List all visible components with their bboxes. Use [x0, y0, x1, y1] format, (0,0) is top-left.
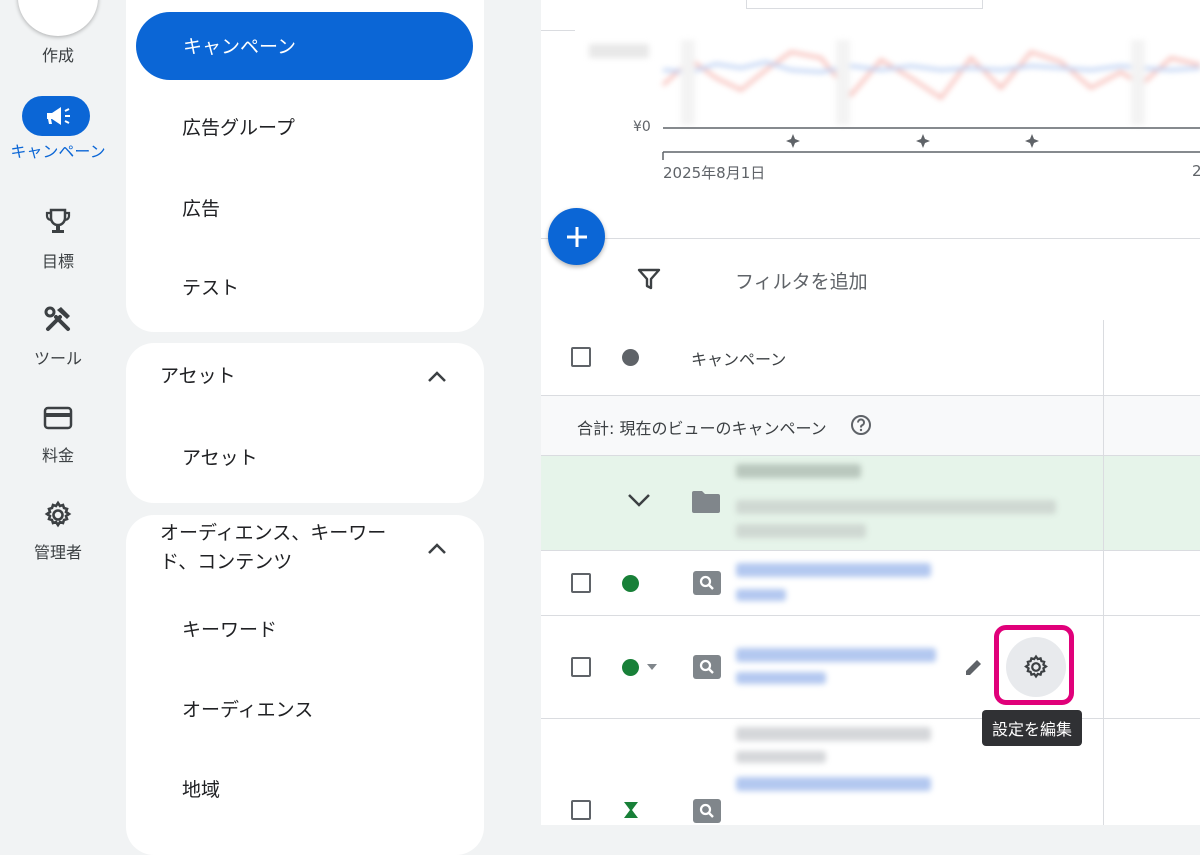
rail-label-admin[interactable]: 管理者 — [0, 539, 116, 563]
nav-item-ad-groups[interactable]: 広告グループ — [182, 113, 295, 140]
rail-label-tools[interactable]: ツール — [0, 345, 116, 369]
nav-card-campaigns: キャンペーン 広告グループ 広告 テスト — [126, 0, 484, 332]
gear-icon — [38, 500, 78, 530]
column-header-campaign[interactable]: キャンペーン — [691, 346, 786, 370]
highlight-box — [994, 625, 1074, 705]
x-axis-end-label: 2 — [1192, 162, 1200, 180]
tools-icon — [38, 304, 78, 334]
chart-svg — [589, 40, 1200, 160]
nav-item-assets[interactable]: アセット — [182, 443, 258, 470]
create-label: 作成 — [41, 46, 74, 65]
campaign-name-link[interactable] — [736, 563, 931, 577]
filter-icon[interactable] — [637, 267, 661, 291]
campaign-group-row[interactable] — [541, 456, 1200, 551]
add-filter-input[interactable]: フィルタを追加 — [735, 267, 868, 294]
section-title-audiences[interactable]: オーディエンス、キーワード、コンテンツ — [160, 519, 410, 577]
status-enabled-dot[interactable] — [622, 575, 639, 592]
section-title-assets[interactable]: アセット — [160, 362, 236, 391]
summary-label: 合計: 現在のビューのキャンペーン — [577, 419, 827, 438]
blurred-text — [736, 751, 826, 763]
blurred-text — [736, 500, 1056, 514]
search-campaign-icon — [693, 571, 721, 595]
campaign-name-link[interactable] — [736, 648, 936, 662]
summary-row: 合計: 現在のビューのキャンペーン — [541, 396, 1200, 456]
search-campaign-icon — [693, 655, 721, 679]
nav-item-campaigns[interactable]: キャンペーン — [136, 12, 473, 80]
nav-item-experiments[interactable]: テスト — [182, 273, 239, 300]
status-enabled-dot[interactable] — [622, 659, 639, 676]
tooltip: 設定を編集 — [982, 710, 1083, 746]
main-content: ¥0 2025年8月1日 2 フィルタを追加 キャンペーン 合計: 現在のビュー… — [541, 0, 1200, 825]
search-campaign-icon — [693, 799, 721, 823]
table-row[interactable] — [541, 616, 1200, 719]
megaphone-icon — [38, 101, 78, 131]
table-row[interactable] — [541, 551, 1200, 616]
rail-label-goals[interactable]: 目標 — [0, 248, 116, 272]
rail-label-billing[interactable]: 料金 — [0, 442, 116, 466]
chevron-up-icon[interactable] — [426, 538, 448, 560]
folder-icon — [692, 491, 720, 513]
status-dot — [622, 349, 639, 366]
nav-item-label: キャンペーン — [183, 36, 297, 58]
y-axis-zero-label: ¥0 — [633, 119, 651, 135]
help-icon[interactable] — [850, 414, 872, 436]
create-button[interactable] — [18, 0, 98, 36]
blurred-text — [736, 727, 931, 741]
row-checkbox[interactable] — [571, 657, 591, 677]
blurred-text — [736, 464, 861, 478]
table-row[interactable] — [541, 719, 1200, 825]
nav-item-keywords[interactable]: キーワード — [182, 615, 277, 642]
nav-card-assets: アセット アセット — [126, 343, 484, 503]
left-rail: 作成 キャンペーン 目標 ツール 料金 管理者 — [0, 0, 116, 825]
plus-icon — [566, 226, 587, 247]
table-header-row: キャンペーン — [541, 320, 1200, 397]
nav-item-audiences[interactable]: オーディエンス — [182, 695, 313, 722]
filter-bar: フィルタを追加 — [541, 238, 1200, 322]
chevron-up-icon[interactable] — [426, 366, 448, 388]
blurred-text — [736, 524, 866, 538]
credit-card-icon — [38, 403, 78, 433]
sparkle-icons — [786, 134, 1039, 148]
trophy-icon — [38, 206, 78, 236]
x-axis-start-label: 2025年8月1日 — [663, 164, 766, 182]
campaign-name-link[interactable] — [736, 777, 931, 791]
rail-label-campaigns[interactable]: キャンペーン — [0, 142, 116, 162]
hourglass-status-icon[interactable] — [622, 801, 640, 819]
nav-item-locations[interactable]: 地域 — [182, 775, 220, 802]
performance-chart: ¥0 2025年8月1日 2 — [541, 0, 1200, 196]
nav-card-audiences: オーディエンス、キーワード、コンテンツ キーワード オーディエンス 地域 — [126, 515, 484, 855]
add-campaign-button[interactable] — [548, 208, 605, 265]
status-dropdown-icon[interactable] — [646, 663, 658, 671]
chevron-down-icon[interactable] — [627, 492, 651, 508]
row-checkbox[interactable] — [571, 800, 591, 820]
blurred-text — [736, 589, 786, 601]
edit-pencil-icon[interactable] — [963, 656, 985, 678]
column-divider — [1103, 320, 1104, 825]
nav-item-ads[interactable]: 広告 — [182, 194, 220, 221]
chart-series — [589, 40, 1200, 125]
blurred-text — [736, 672, 826, 684]
row-checkbox[interactable] — [571, 573, 591, 593]
select-all-checkbox[interactable] — [571, 347, 591, 367]
